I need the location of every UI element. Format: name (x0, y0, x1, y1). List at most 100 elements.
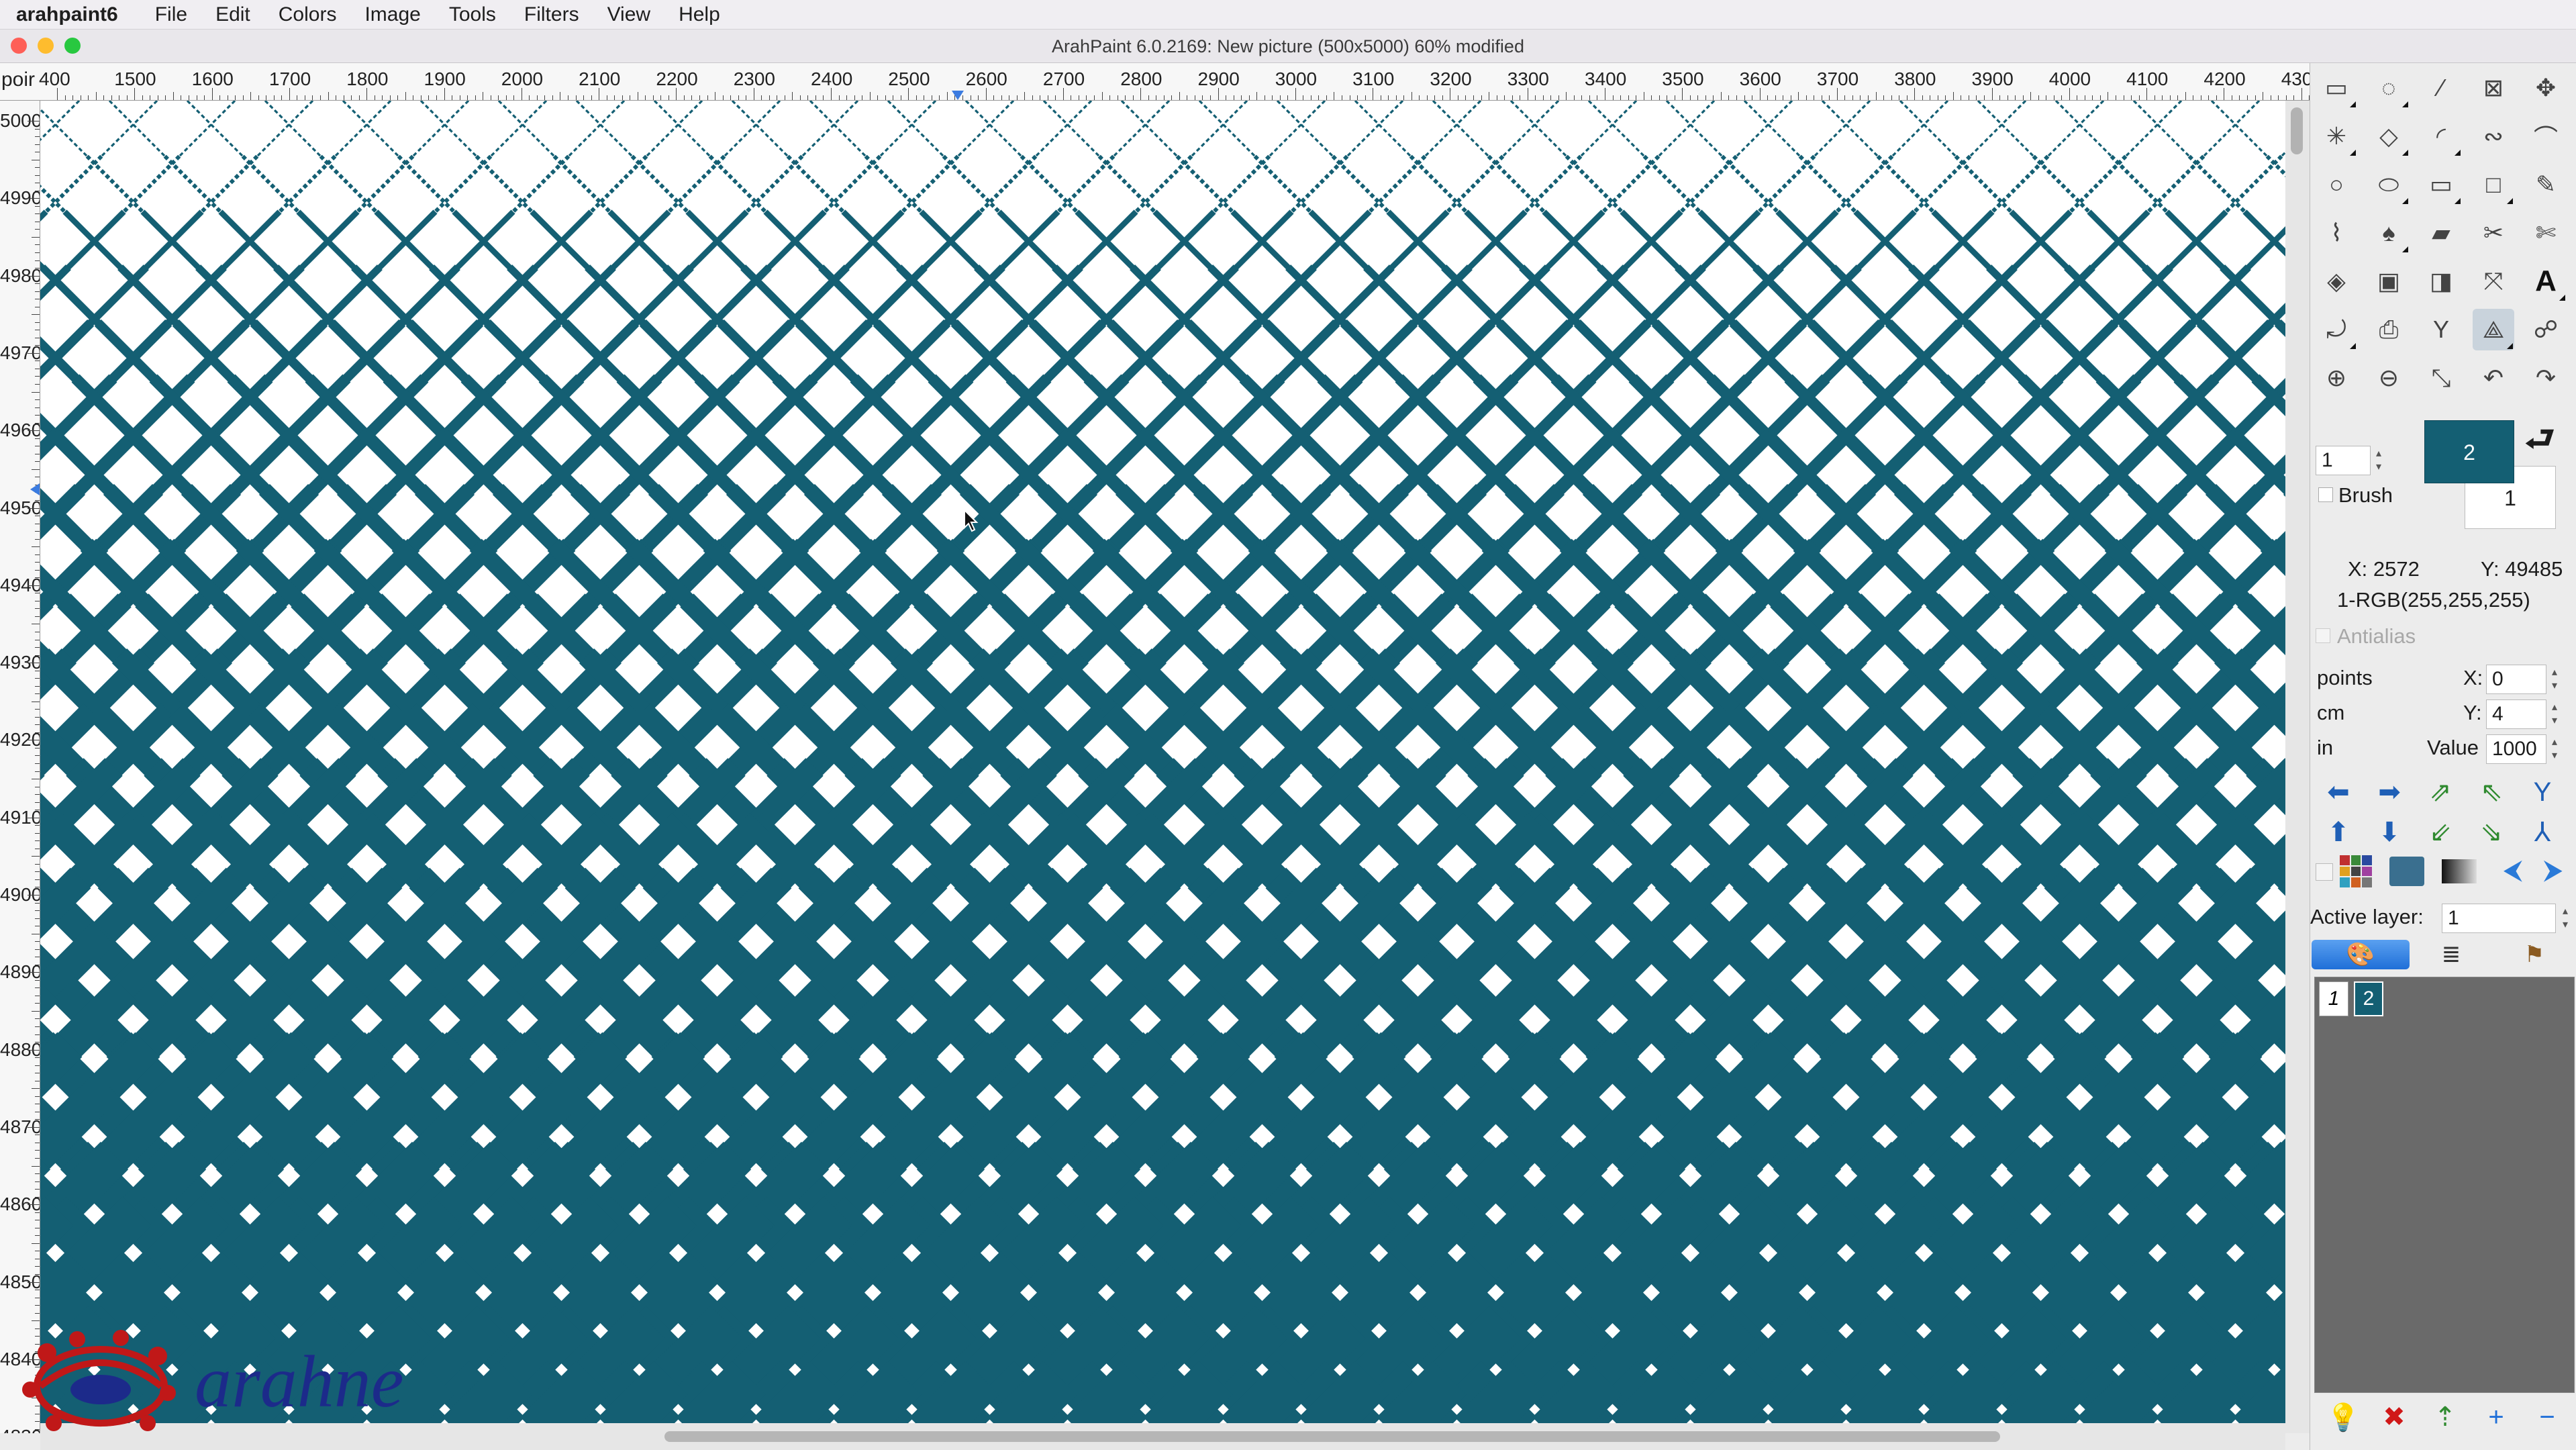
remove-layer-icon[interactable]: − (2526, 1396, 2568, 1438)
shift-diag-left-icon[interactable]: ⇙ (2419, 815, 2462, 850)
print-icon[interactable]: ⎙ (2368, 309, 2410, 350)
menu-image[interactable]: Image (350, 3, 434, 26)
text-icon[interactable]: A (2525, 260, 2567, 302)
path-icon[interactable]: ⌒ (2525, 115, 2567, 157)
gradient-bar-icon[interactable] (2442, 859, 2477, 883)
shift-diag-right-icon[interactable]: ⇘ (2470, 815, 2513, 850)
gradient-icon[interactable]: Y (2420, 309, 2462, 350)
fit-icon[interactable]: ⤡ (2420, 357, 2462, 399)
foreground-color-swatch[interactable]: 2 (2424, 420, 2514, 483)
horizontal-scroll-thumb[interactable] (664, 1431, 2000, 1442)
rotate-icon[interactable]: ⤾ (2316, 309, 2357, 350)
mirror-v-icon[interactable]: Y (2521, 775, 2564, 810)
image-icon[interactable] (2389, 857, 2424, 886)
ellipse-icon[interactable]: ⬭ (2368, 164, 2410, 205)
layer-item[interactable]: 1 (2319, 981, 2348, 1016)
ruler-tick (35, 1266, 40, 1267)
menu-edit[interactable]: Edit (201, 3, 264, 26)
options-checkbox[interactable] (2316, 863, 2333, 881)
magic-wand-icon[interactable]: ⁄ (2420, 67, 2462, 109)
shift-diag-up-icon[interactable]: ⇗ (2419, 775, 2462, 810)
close-window-button[interactable] (11, 38, 27, 54)
mirror-h-icon[interactable]: ⅄ (2521, 815, 2564, 850)
send-left-icon[interactable]: ⮜ (2495, 855, 2530, 887)
hatch-line (507, 264, 568, 326)
palette-tab-icon[interactable]: 🎨 (2312, 940, 2410, 969)
circle-icon[interactable]: ○ (2316, 164, 2357, 205)
curve-icon[interactable]: ◜ (2420, 115, 2462, 157)
offset-y-stepper[interactable]: ▴ ▾ (2549, 701, 2560, 728)
brush-size-input[interactable]: 1 (2316, 446, 2371, 475)
brush-size-stepper[interactable]: ▴ ▾ (2373, 447, 2384, 474)
offset-y-input[interactable]: 4 (2486, 699, 2546, 729)
eyedropper-icon[interactable]: ⌇ (2316, 212, 2357, 254)
stamp-tab-icon[interactable]: ⚑ (2493, 940, 2576, 969)
redo-icon[interactable]: ↷ (2525, 357, 2567, 399)
delete-layer-icon[interactable]: ✖ (2373, 1396, 2415, 1438)
arrow-left-icon[interactable]: ⬅ (2317, 775, 2360, 810)
add-layer-icon[interactable]: + (2475, 1396, 2517, 1438)
zoom-in-icon[interactable]: ⊕ (2316, 357, 2357, 399)
layer-item[interactable]: 2 (2354, 981, 2383, 1016)
arrow-down-icon[interactable]: ⬇ (2368, 815, 2411, 850)
transform-icon[interactable]: ⤧ (2473, 260, 2514, 302)
merge-layer-icon[interactable]: ⇡ (2424, 1396, 2466, 1438)
bezier-icon[interactable]: ∾ (2473, 115, 2514, 157)
select-rect-icon[interactable]: ▭ (2316, 67, 2357, 109)
menu-tools[interactable]: Tools (435, 3, 510, 26)
stamp-icon[interactable]: ▣ (2368, 260, 2410, 302)
eraser-icon[interactable]: ▰ (2420, 212, 2462, 254)
sharpen-icon[interactable]: ⟁ (2473, 309, 2514, 350)
ruler-tick (32, 1010, 40, 1012)
crop-icon[interactable]: ⊠ (2473, 67, 2514, 109)
scissors-icon[interactable]: ✄ (2525, 212, 2567, 254)
shift-diag-down-icon[interactable]: ⇖ (2470, 775, 2513, 810)
drawing-canvas[interactable] (40, 101, 2285, 1433)
square-icon[interactable]: □ (2473, 164, 2514, 205)
brush-checkbox[interactable] (2318, 487, 2333, 502)
send-right-icon[interactable]: ⮞ (2536, 855, 2571, 887)
minimize-window-button[interactable] (38, 38, 54, 54)
unit-in[interactable]: in (2317, 736, 2333, 760)
unit-points[interactable]: points (2317, 666, 2373, 690)
unit-cm[interactable]: cm (2317, 701, 2344, 725)
active-layer-input[interactable]: 1 (2442, 904, 2556, 933)
menu-help[interactable]: Help (664, 3, 734, 26)
antialias-checkbox[interactable] (2316, 628, 2330, 643)
smudge-icon[interactable]: ☍ (2525, 309, 2567, 350)
arrow-right-icon[interactable]: ➡ (2368, 775, 2411, 810)
undo-icon[interactable]: ↶ (2473, 357, 2514, 399)
rectangle-icon[interactable]: ▭ (2420, 164, 2462, 205)
menu-file[interactable]: File (141, 3, 201, 26)
app-menu[interactable]: arahpaint6 (0, 3, 141, 26)
zoom-window-button[interactable] (64, 38, 81, 54)
arrow-up-icon[interactable]: ⬆ (2317, 815, 2360, 850)
hatch-line (2054, 101, 2113, 158)
menu-filters[interactable]: Filters (510, 3, 593, 26)
ruler-tick (2154, 95, 2155, 100)
vertical-scrollbar[interactable] (2285, 101, 2310, 1433)
light-bulb-icon[interactable]: 💡 (2322, 1396, 2364, 1438)
value-stepper[interactable]: ▴ ▾ (2549, 736, 2560, 763)
copy-icon[interactable]: ◨ (2420, 260, 2462, 302)
fill-icon[interactable]: ◈ (2316, 260, 2357, 302)
offset-x-stepper[interactable]: ▴ ▾ (2549, 666, 2560, 693)
polygon-icon[interactable]: ◇ (2368, 115, 2410, 157)
cut-icon[interactable]: ✂ (2473, 212, 2514, 254)
palette-icon[interactable] (2340, 855, 2372, 887)
swap-colors-icon[interactable]: ⮐ (2521, 420, 2559, 458)
value-input[interactable]: 1000 (2486, 734, 2546, 764)
offset-x-input[interactable]: 0 (2486, 665, 2546, 694)
menu-colors[interactable]: Colors (264, 3, 351, 26)
zoom-out-icon[interactable]: ⊖ (2368, 357, 2410, 399)
hatch-line (858, 538, 928, 608)
active-layer-stepper[interactable]: ▴ ▾ (2560, 905, 2571, 932)
layers-tab-icon[interactable]: ≣ (2410, 940, 2493, 969)
move-icon[interactable]: ✥ (2525, 67, 2567, 109)
lasso-icon[interactable]: ◌ (2368, 67, 2410, 109)
menu-view[interactable]: View (593, 3, 664, 26)
pencil-icon[interactable]: ✎ (2525, 164, 2567, 205)
vertical-scroll-thumb[interactable] (2291, 107, 2303, 154)
star-wand-icon[interactable]: ✳ (2316, 115, 2357, 157)
brush-icon[interactable]: ♠ (2368, 212, 2410, 254)
